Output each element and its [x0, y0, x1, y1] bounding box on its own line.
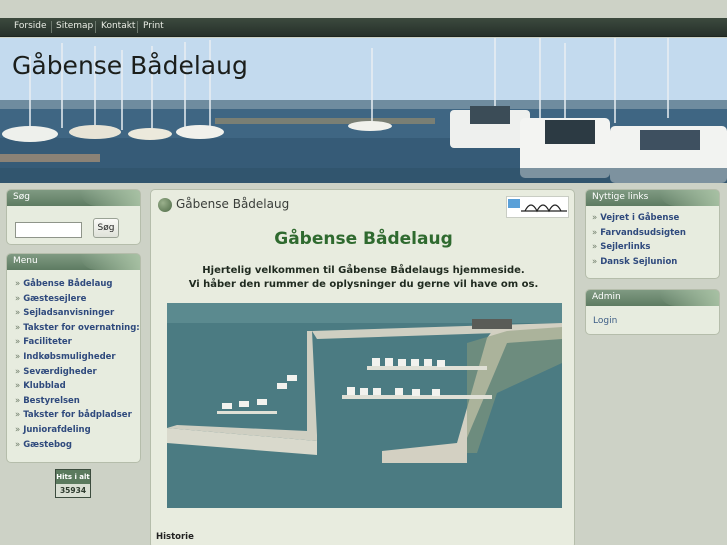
menu-item-gaestesejlere[interactable]: Gæstesejlere	[15, 292, 140, 307]
content-title: Gåbense Bådelaug	[176, 197, 290, 211]
content-heading: Gåbense Bådelaug	[274, 229, 453, 249]
harbor-aerial-photo	[167, 303, 562, 508]
menu-item-sevaerdigheder[interactable]: Seværdigheder	[15, 365, 140, 380]
search-input[interactable]	[15, 222, 82, 238]
globe-icon	[158, 198, 172, 212]
useful-links-box: Nyttige links Vejret i Gåbense Farvandsu…	[585, 189, 720, 279]
menu-item-gabense-badelaug[interactable]: Gåbense Bådelaug	[15, 277, 140, 292]
search-box: Søg Søg	[6, 189, 141, 245]
hit-counter-label: Hits i alt	[56, 470, 90, 484]
section-label-historie: Historie	[156, 532, 194, 542]
nav-kontakt[interactable]: Kontakt	[101, 21, 135, 31]
useful-links-list: Vejret i Gåbense Farvandsudsigten Sejler…	[586, 206, 719, 269]
menu-item-sejladsanvisninger[interactable]: Sejladsanvisninger	[15, 306, 140, 321]
nav-forside[interactable]: Forside	[14, 21, 47, 31]
site-title: Gåbense Bådelaug	[12, 51, 248, 80]
admin-box: Admin Login	[585, 289, 720, 335]
menu-title: Menu	[7, 254, 140, 270]
top-nav-bar: Forside Sitemap Kontakt Print	[0, 18, 727, 37]
menu-item-faciliteter[interactable]: Faciliteter	[15, 335, 140, 350]
welcome-text-line2: Vi håber den rummer de oplysninger du ge…	[188, 279, 539, 290]
menu-item-klubblad[interactable]: Klubblad	[15, 379, 140, 394]
link-sejlerlinks[interactable]: Sejlerlinks	[592, 240, 719, 255]
link-farvandsudsigten[interactable]: Farvandsudsigten	[592, 226, 719, 241]
menu-item-gaestebog[interactable]: Gæstebog	[15, 438, 140, 453]
menu-item-takster-overnatning[interactable]: Takster for overnatning:	[15, 321, 140, 336]
useful-links-title: Nyttige links	[586, 190, 719, 206]
menu-item-indkobsmuligheder[interactable]: Indkøbsmuligheder	[15, 350, 140, 365]
link-vejret[interactable]: Vejret i Gåbense	[592, 211, 719, 226]
club-logo	[506, 196, 569, 218]
main-content: Gåbense Bådelaug Gåbense Bådelaug Hjerte…	[150, 189, 575, 545]
welcome-text-line1: Hjertelig velkommen til Gåbense Bådelaug…	[202, 265, 525, 276]
club-logo-graphic	[508, 199, 567, 213]
menu-item-takster-badpladser[interactable]: Takster for bådpladser	[15, 408, 140, 423]
menu-item-bestyrelsen[interactable]: Bestyrelsen	[15, 394, 140, 409]
nav-print[interactable]: Print	[143, 21, 164, 31]
search-button[interactable]: Søg	[93, 218, 119, 238]
admin-title: Admin	[586, 290, 719, 306]
menu-list: Gåbense Bådelaug Gæstesejlere Sejladsanv…	[7, 270, 140, 452]
search-box-title: Søg	[7, 190, 140, 206]
header-banner: Gåbense Bådelaug	[0, 38, 727, 183]
login-link[interactable]: Login	[593, 316, 617, 326]
link-dansk-sejlunion[interactable]: Dansk Sejlunion	[592, 255, 719, 270]
harbor-aerial-graphic	[167, 303, 562, 508]
menu-box: Menu Gåbense Bådelaug Gæstesejlere Sejla…	[6, 253, 141, 463]
hit-counter: Hits i alt 35934	[55, 469, 91, 498]
hit-counter-value: 35934	[56, 484, 90, 497]
nav-sitemap[interactable]: Sitemap	[56, 21, 93, 31]
menu-item-juniorafdeling[interactable]: Juniorafdeling	[15, 423, 140, 438]
